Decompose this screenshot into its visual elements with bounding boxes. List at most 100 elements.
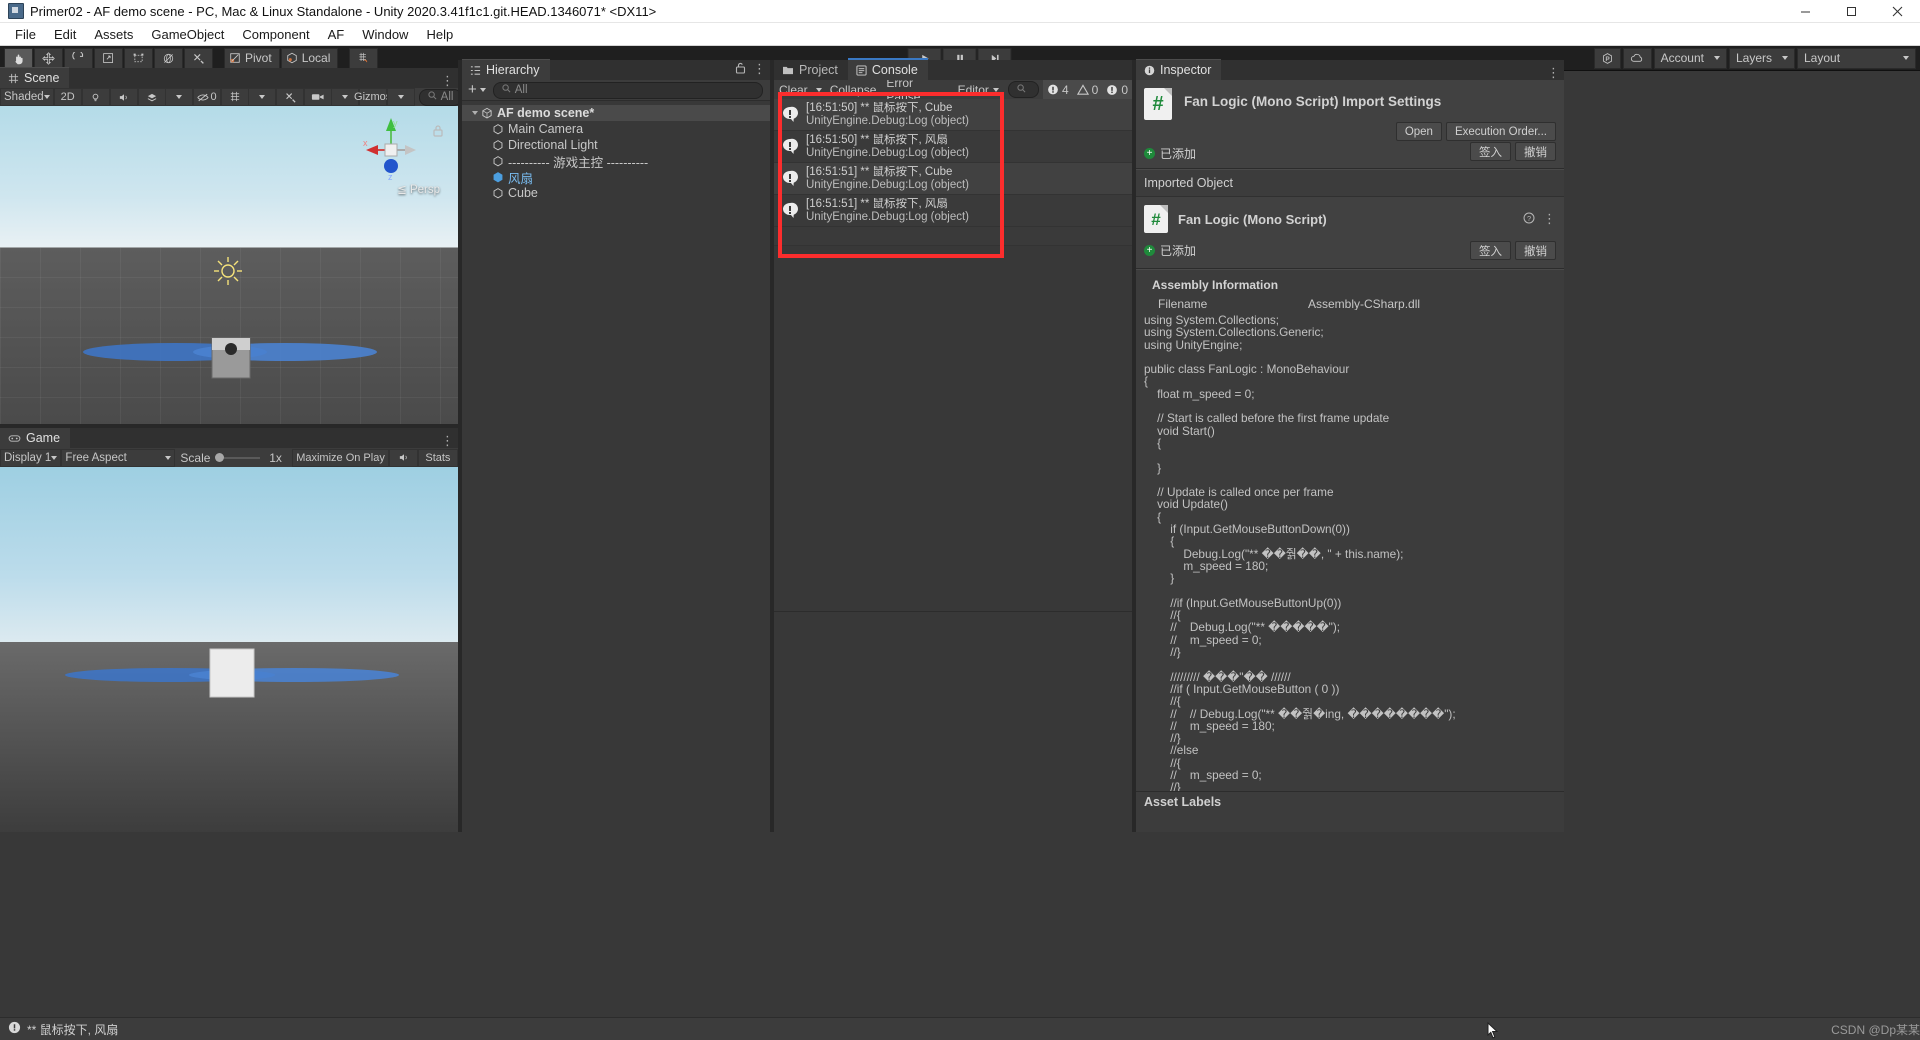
hierarchy-item-fan[interactable]: 风扇 [462,169,770,186]
menu-item-gameobject[interactable]: GameObject [142,25,233,44]
shading-mode-label: Shaded [4,91,44,103]
hierarchy-search-input[interactable]: All [492,81,763,99]
pivot-toggle-button[interactable]: Pivot [224,47,280,69]
help-icon[interactable]: ? [1523,211,1535,227]
tab-project[interactable]: Project [774,60,848,80]
rotate-tool-button[interactable] [64,47,93,69]
close-button[interactable] [1874,0,1920,22]
layers-dropdown[interactable]: Layers [1728,47,1795,69]
hierarchy-add-button[interactable]: + [465,82,489,98]
menu-item-component[interactable]: Component [233,25,318,44]
divider-scene-game[interactable] [0,424,458,428]
console-detail-area[interactable] [774,611,1132,832]
kebab-icon[interactable]: ⋮ [441,434,454,447]
gizmos-dropdown[interactable] [386,88,415,106]
scene-grid-button[interactable] [220,88,248,106]
divider-hierarchy-console[interactable] [770,60,774,832]
console-log-list[interactable]: [16:51:50] ** 鼠标按下, Cube UnityEngine.Deb… [774,99,1132,612]
scene-component-tools-button[interactable] [275,88,304,106]
kebab-icon[interactable]: ⋮ [753,62,766,75]
console-search-input[interactable] [1007,81,1039,98]
transform-tool-button[interactable] [154,47,183,69]
tab-game[interactable]: Game [0,427,71,448]
hierarchy-item-main-camera[interactable]: Main Camera [462,121,770,137]
menu-item-edit[interactable]: Edit [45,25,85,44]
apply-button-2[interactable]: 签入 [1470,241,1511,260]
clear-dropdown[interactable] [813,81,825,98]
error-pause-button[interactable]: Error Pause [881,76,952,104]
console-log-row[interactable]: [16:51:50] ** 鼠标按下, Cube UnityEngine.Deb… [774,99,1132,131]
asset-labels-section[interactable]: Asset Labels [1136,791,1564,812]
display-dropdown[interactable]: Display 1 [0,448,62,467]
stats-button[interactable]: Stats [417,448,459,467]
2d-toggle-button[interactable]: 2D [53,88,82,106]
scene-fx-dropdown[interactable] [164,88,193,106]
scale-slider[interactable] [215,451,260,465]
rect-transform-tool-button[interactable] [124,47,153,69]
scale-tool-button[interactable] [94,47,123,69]
error-count-badge[interactable]: 0 [1102,80,1132,99]
scene-audio-button[interactable] [109,88,138,106]
account-dropdown[interactable]: Account [1653,47,1727,69]
shading-mode-dropdown[interactable]: Shaded [0,88,54,106]
revert-button-2[interactable]: 撤销 [1515,241,1556,260]
grid-snap-button[interactable] [349,47,379,69]
collapse-button[interactable]: Collapse [825,81,882,98]
pivot-label: Pivot [245,51,272,65]
kebab-icon[interactable]: ⋮ [1543,212,1556,225]
collab-button[interactable] [1593,47,1621,69]
console-log-row[interactable]: [16:51:51] ** 鼠标按下, 风扇 UnityEngine.Debug… [774,195,1132,227]
console-log-row[interactable]: [16:51:51] ** 鼠标按下, Cube UnityEngine.Deb… [774,163,1132,195]
kebab-icon[interactable]: ⋮ [441,74,454,87]
menu-item-file[interactable]: File [6,25,45,44]
warning-count-badge[interactable]: 0 [1072,80,1103,99]
console-log-row[interactable]: [16:51:50] ** 鼠标按下, 风扇 UnityEngine.Debug… [774,131,1132,163]
chevron-down-icon[interactable] [472,111,478,115]
revert-button[interactable]: 撤销 [1515,142,1556,161]
scene-fx-button[interactable] [137,88,165,106]
tab-hierarchy[interactable]: Hierarchy [462,59,550,80]
menu-item-window[interactable]: Window [353,25,417,44]
script-source-preview: using System.Collections; using System.C… [1136,310,1564,792]
local-toggle-button[interactable]: Local [280,47,339,69]
scene-grid-dropdown[interactable] [247,88,276,106]
csharp-script-icon: # [1144,205,1168,233]
clear-button[interactable]: Clear [774,81,813,98]
apply-button[interactable]: 签入 [1470,142,1511,161]
tab-console[interactable]: Console [847,58,928,80]
hierarchy-item-scene[interactable]: AF demo scene* [462,105,770,121]
hand-tool-button[interactable] [4,47,33,69]
log-count-badge[interactable]: 4 [1042,80,1073,99]
editor-dropdown[interactable]: Editor [953,81,1004,98]
menu-item-af[interactable]: AF [319,25,354,44]
layout-dropdown[interactable]: Layout [1797,47,1916,69]
scene-hidden-objects-button[interactable]: 0 [192,88,221,106]
lock-icon[interactable] [735,61,746,77]
execution-order-button[interactable]: Execution Order... [1445,122,1556,141]
gizmos-button[interactable]: Gizmos [354,88,391,106]
scene-camera-button[interactable] [303,88,331,106]
menu-item-assets[interactable]: Assets [85,25,142,44]
maximize-on-play-button[interactable]: Maximize On Play [291,448,390,467]
scene-search-input[interactable]: All [418,88,463,106]
scene-orientation-gizmo[interactable]: y x z [362,114,420,184]
minimize-button[interactable] [1782,0,1828,22]
move-tool-button[interactable] [34,47,63,69]
divider-scene-hierarchy[interactable] [458,60,462,832]
tab-inspector[interactable]: Inspector [1136,59,1222,80]
menu-item-help[interactable]: Help [417,25,462,44]
scene-viewport[interactable]: y x z ≦ Persp [0,106,458,428]
divider-console-inspector[interactable] [1132,60,1136,832]
custom-tool-button[interactable] [184,47,213,69]
scene-lighting-button[interactable] [81,88,110,106]
open-button[interactable]: Open [1395,122,1442,141]
tab-scene[interactable]: Scene [0,67,70,88]
aspect-dropdown[interactable]: Free Aspect [61,448,176,467]
kebab-icon[interactable]: ⋮ [1547,66,1560,79]
hierarchy-item-cube[interactable]: Cube [462,185,770,201]
maximize-button[interactable] [1828,0,1874,22]
scene-projection-label[interactable]: ≦ Persp [397,182,440,196]
game-viewport[interactable] [0,467,458,832]
mute-audio-button[interactable] [389,448,418,467]
cloud-button[interactable] [1622,47,1652,69]
